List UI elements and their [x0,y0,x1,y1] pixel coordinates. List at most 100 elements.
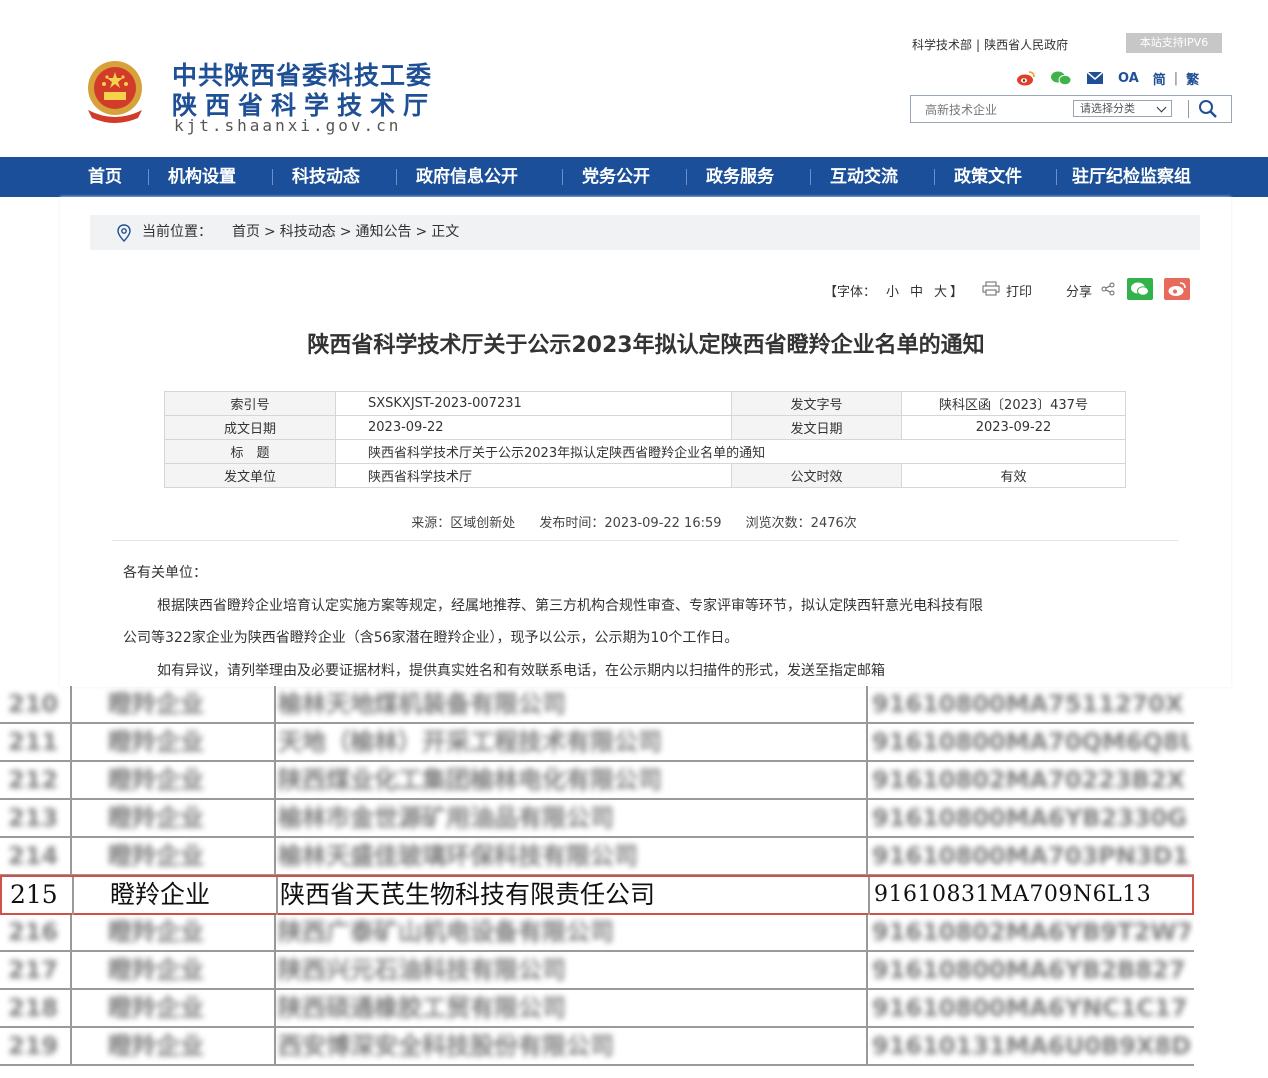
column-divider [274,800,276,838]
nav-item-interaction[interactable]: 互动交流 [830,157,898,197]
meta-validity-label: 公文时效 [731,463,902,488]
column-divider [866,762,868,800]
breadcrumb-separator: > [415,224,428,240]
nav-item-policies[interactable]: 政策文件 [954,157,1022,197]
national-emblem-icon[interactable] [80,58,150,124]
share-label: 分享 [1066,285,1093,300]
row-number: 214 [8,842,59,870]
article-paragraph-2: 如有异议，请列举理由及必要证据材料，提供真实姓名和有效联系电话，在公示期内以扫描… [157,663,885,679]
chevron-down-icon [1156,102,1167,113]
nav-item-tech-news[interactable]: 科技动态 [292,157,360,197]
share-wechat-button[interactable] [1127,278,1153,300]
row-number: 210 [8,690,59,718]
meta-docno-value: 陕科区函〔2023〕437号 [901,391,1126,416]
print-button[interactable]: 打印 [1006,281,1032,300]
nav-item-party-affairs[interactable]: 党务公开 [582,157,650,197]
table-row: 210 瞪羚企业 榆林天地煤机装备有限公司 91610800MA7511270X [0,686,1194,724]
ipv6-badge: 本站支持IPV6 [1126,33,1222,53]
row-credit-code: 91610800MA6YB2330G [872,804,1187,832]
breadcrumb-home[interactable]: 首页 [232,224,260,240]
link-most[interactable]: 科学技术部 [912,38,972,52]
column-divider [70,724,72,762]
nav-item-gov-services[interactable]: 政务服务 [706,157,774,197]
row-type: 瞪羚企业 [108,804,204,832]
simplified-chinese-link[interactable]: 简 [1153,69,1166,88]
search-icon[interactable] [1197,99,1219,119]
column-divider [274,990,276,1028]
column-divider [72,877,74,915]
row-company-name: 榆林天盛佳玻璃环保科技有限公司 [278,842,638,870]
font-size-large[interactable]: 大 [934,281,947,300]
print-icon[interactable] [982,281,1000,296]
traditional-chinese-link[interactable]: 繁 [1186,69,1199,88]
nav-separator [562,169,563,185]
category-select[interactable]: 请选择分类 [1073,100,1172,117]
meta-unit-value: 陕西省科学技术厅 [335,463,732,488]
main-nav: 首页 机构设置 科技动态 政府信息公开 党务公开 政务服务 互动交流 政策文件 … [0,157,1268,197]
share-weibo-button[interactable] [1164,278,1190,300]
row-credit-code: 91610800MA6YB2B827 [872,956,1186,984]
wechat-share-icon [1131,282,1149,296]
column-divider [70,1028,72,1066]
column-divider [70,800,72,838]
font-size-medium[interactable]: 中 [910,281,923,300]
row-credit-code: 91610800MA703PN3D1 [872,842,1190,870]
document-meta-table: 索引号 SXSKXJST-2023-007231 发文字号 陕科区函〔2023〕… [164,391,1126,488]
font-size-label: 【字体： [824,285,877,300]
article-salutation: 各有关单位： [123,565,207,581]
row-credit-code: 91610800MA7511270X [872,690,1184,718]
nav-separator [272,169,273,185]
column-divider [274,952,276,990]
row-type: 瞪羚企业 [110,880,211,909]
row-number: 213 [8,804,59,832]
column-divider [274,724,276,762]
mail-icon[interactable] [1086,71,1104,85]
nav-separator [810,169,811,185]
category-select-value: 请选择分类 [1080,102,1135,115]
nav-item-home[interactable]: 首页 [88,157,122,197]
row-credit-code: 91610800MA70QM6Q8U [872,728,1190,756]
column-divider [274,686,276,724]
row-type: 瞪羚企业 [108,918,204,946]
table-row: 211 瞪羚企业 天地（榆林）开采工程技术有限公司 91610800MA70QM6Q8… [0,724,1194,762]
font-size-close: 】 [950,285,964,300]
row-company-name: 陕西广泰矿山机电设备有限公司 [278,918,614,946]
meta-row: 成文日期 2023-09-22 发文日期 2023-09-22 [164,415,1126,440]
wechat-icon[interactable] [1050,70,1072,86]
row-number: 216 [8,918,59,946]
meta-created-value: 2023-09-22 [335,415,732,440]
font-size-small[interactable]: 小 [886,281,899,300]
meta-unit-label: 发文单位 [164,463,336,488]
nav-separator [1056,169,1057,185]
search-input[interactable] [911,96,1071,122]
nav-item-organization[interactable]: 机构设置 [168,157,236,197]
breadcrumb-label: 当前位置： [142,224,212,240]
meta-created-label: 成文日期 [164,415,336,440]
meta-docno-label: 发文字号 [731,391,902,416]
meta-row: 标 题 陕西省科学技术厅关于公示2023年拟认定陕西省瞪羚企业名单的通知 [164,439,1126,464]
column-divider [866,1028,868,1066]
row-company-name: 陕西硕通橡胶工贸有限公司 [278,994,566,1022]
column-divider [866,990,868,1028]
link-provincial-government[interactable]: 陕西省人民政府 [984,38,1068,52]
meta-subject-label: 标 题 [164,439,336,464]
row-type: 瞪羚企业 [108,766,204,794]
oa-link[interactable]: OA [1118,71,1139,86]
nav-item-gov-info[interactable]: 政府信息公开 [416,157,518,197]
column-divider [276,877,278,915]
column-divider [866,838,868,876]
breadcrumb-tech-news[interactable]: 科技动态 [280,224,336,240]
column-divider [70,762,72,800]
meta-row: 发文单位 陕西省科学技术厅 公文时效 有效 [164,463,1126,488]
row-company-name: 天地（榆林）开采工程技术有限公司 [278,728,662,756]
column-divider [70,686,72,724]
nav-item-discipline-group[interactable]: 驻厅纪检监察组 [1072,157,1191,197]
breadcrumb: 当前位置： 首页 > 科技动态 > 通知公告 > 正文 [90,215,1200,250]
column-divider [274,914,276,952]
meta-row: 索引号 SXSKXJST-2023-007231 发文字号 陕科区函〔2023〕… [164,391,1126,416]
row-type: 瞪羚企业 [108,842,204,870]
row-number: 218 [8,994,59,1022]
breadcrumb-current: 正文 [431,224,460,240]
weibo-icon[interactable] [1016,70,1036,86]
breadcrumb-notices[interactable]: 通知公告 [355,224,411,240]
